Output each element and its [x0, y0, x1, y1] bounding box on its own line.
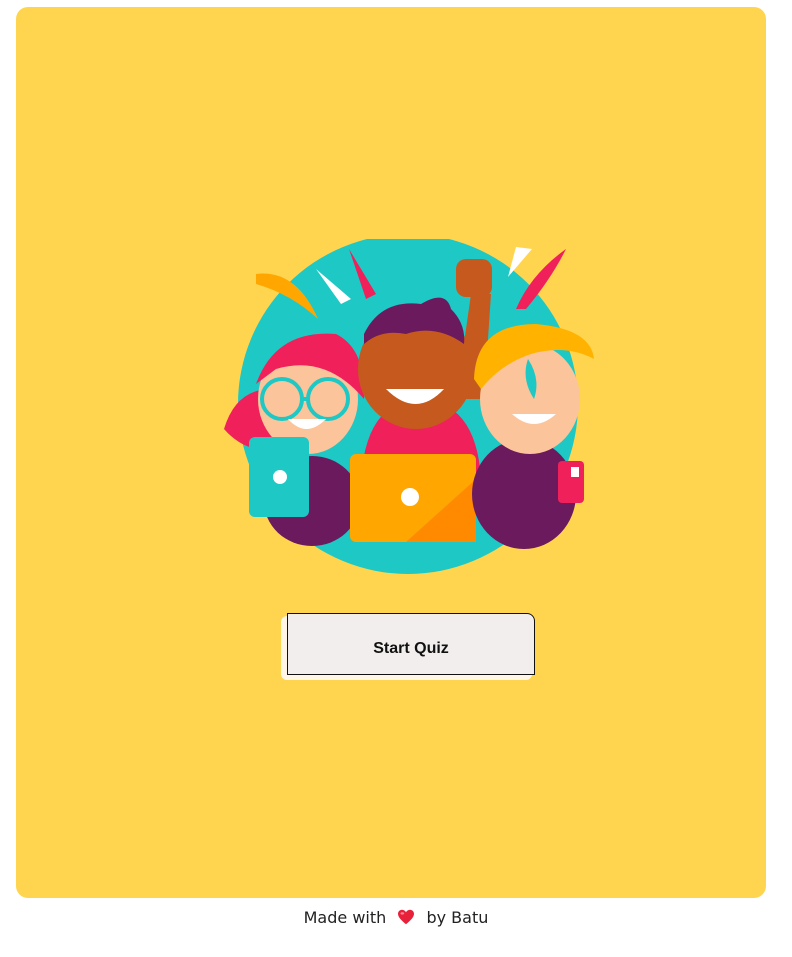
start-quiz-button[interactable]: Start Quiz [287, 613, 535, 675]
students-illustration [224, 239, 594, 574]
start-quiz-button-wrap: Start Quiz [281, 613, 536, 681]
footer: Made with by Batu [0, 908, 792, 927]
footer-made-with: Made with [303, 908, 387, 927]
footer-author: by Batu [426, 908, 489, 927]
quiz-card: Start Quiz [16, 7, 766, 898]
heart-icon [398, 909, 415, 925]
